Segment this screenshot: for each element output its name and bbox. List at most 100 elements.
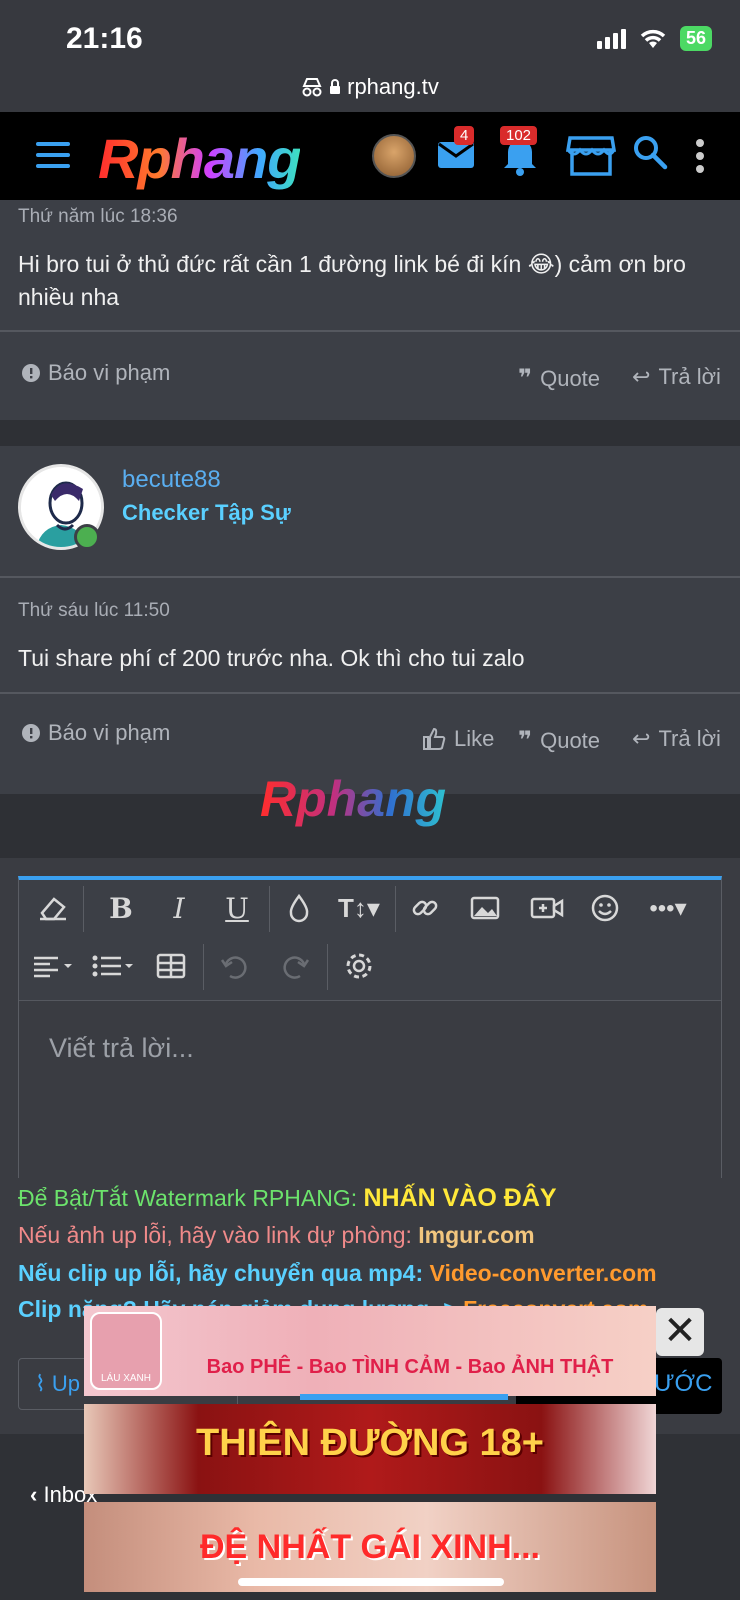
reply-button[interactable]: ↩ Trả lời: [632, 726, 721, 752]
divider: [0, 330, 740, 332]
address-bar[interactable]: rphang.tv: [0, 74, 740, 100]
more-vertical-icon[interactable]: [694, 138, 706, 179]
clip-convert-label: Nếu clip up lỗi, hãy chuyển qua mp4:: [18, 1260, 430, 1286]
toolbar-separator: [83, 886, 84, 932]
user-avatar[interactable]: [372, 134, 416, 178]
store-icon[interactable]: [565, 134, 617, 181]
site-navbar: Rphang 4 102: [0, 112, 740, 200]
like-label: Like: [454, 726, 495, 751]
clear-format-icon[interactable]: [33, 890, 73, 926]
image-backup-line: Nếu ảnh up lỗi, hãy vào link dự phòng: I…: [18, 1222, 535, 1249]
list-icon[interactable]: [89, 948, 139, 984]
online-status-icon: [74, 524, 100, 550]
poster-username[interactable]: becute88: [122, 466, 221, 494]
chevron-left-icon: ‹: [30, 1482, 38, 1507]
text-color-icon[interactable]: [281, 890, 317, 926]
url-text: rphang.tv: [347, 74, 439, 99]
alert-icon: [22, 364, 40, 382]
align-icon[interactable]: [29, 948, 79, 984]
post-body: Hi bro tui ở thủ đức rất cần 1 đường lin…: [18, 251, 686, 310]
watermark-toggle-label: Để Bật/Tắt Watermark RPHANG:: [18, 1185, 364, 1211]
divider: [0, 692, 740, 694]
reply-placeholder: Viết trả lời...: [49, 1033, 194, 1063]
post-body: Tui share phí cf 200 trước nha. Ok thì c…: [18, 645, 525, 671]
watermark-logo: Rphang: [260, 771, 447, 827]
battery-indicator: 56: [679, 26, 712, 51]
upload-label: Up: [51, 1371, 80, 1396]
report-label: Báo vi phạm: [48, 360, 171, 385]
report-label: Báo vi phạm: [48, 720, 171, 745]
quote-button[interactable]: ❞ Quote: [518, 364, 600, 393]
banner-ad-2[interactable]: THIÊN ĐƯỜNG 18+: [84, 1404, 656, 1494]
ad-3-text: ĐỆ NHẤT GÁI XINH...: [199, 1528, 541, 1566]
signal-icon: [596, 28, 626, 49]
messages-icon[interactable]: 4: [436, 126, 476, 179]
paperclip-icon: ⌇: [35, 1371, 46, 1396]
status-time: 21:16: [66, 22, 143, 55]
table-icon[interactable]: [153, 948, 189, 984]
editor-toolbar-row-2: [19, 938, 721, 996]
post-becute88: becute88 Checker Tập Sự Thứ sáu lúc 11:5…: [0, 446, 740, 794]
report-button[interactable]: Báo vi phạm: [22, 360, 170, 386]
watermark-toggle-line: Để Bật/Tắt Watermark RPHANG: NHẤN VÀO ĐÂ…: [18, 1184, 557, 1213]
toolbar-separator: [203, 944, 204, 990]
post-separator: [0, 420, 740, 446]
alert-icon: [22, 724, 40, 742]
quote-label: Quote: [540, 727, 601, 753]
lock-icon: [330, 79, 341, 94]
toolbar-separator: [269, 886, 270, 932]
bold-icon[interactable]: B: [101, 890, 141, 926]
submit-label: ƯỚC: [654, 1370, 713, 1397]
toolbar-separator: [395, 886, 396, 932]
banner-ad-1[interactable]: LÁU XANH Bao PHÊ - Bao TÌNH CẢM - Bao ẢN…: [84, 1306, 656, 1396]
video-icon[interactable]: [527, 890, 567, 926]
settings-gear-icon[interactable]: [341, 948, 377, 984]
reply-icon: ↩: [632, 364, 651, 389]
image-icon[interactable]: [467, 890, 503, 926]
reply-label: Trả lời: [658, 726, 721, 751]
report-button[interactable]: Báo vi phạm: [22, 720, 170, 746]
emoji-icon[interactable]: [587, 890, 623, 926]
toolbar-separator: [327, 944, 328, 990]
redo-icon[interactable]: [277, 948, 313, 984]
messages-badge: 4: [454, 126, 475, 145]
wifi-icon: [640, 29, 666, 48]
image-backup-label: Nếu ảnh up lỗi, hãy vào link dự phòng:: [18, 1222, 419, 1248]
notifications-badge: 102: [500, 126, 538, 145]
video-converter-link[interactable]: Video-converter.com: [430, 1260, 657, 1286]
home-indicator: [238, 1578, 504, 1586]
like-button[interactable]: Like: [422, 726, 494, 752]
poster-title: Checker Tập Sự: [122, 500, 291, 525]
italic-icon[interactable]: I: [159, 890, 199, 926]
clip-convert-line: Nếu clip up lỗi, hãy chuyển qua mp4: Vid…: [18, 1260, 657, 1287]
menu-icon[interactable]: [36, 142, 70, 175]
more-options-icon[interactable]: •••▾: [643, 890, 693, 926]
editor-toolbar-row-1: B I U T↕▾ •••▾: [19, 880, 721, 938]
divider: [0, 576, 740, 578]
quote-label: Quote: [540, 365, 601, 391]
reply-editor: B I U T↕▾ •••▾ Viết trả lời...: [18, 876, 722, 1178]
notifications-icon[interactable]: 102: [500, 126, 540, 181]
post-timestamp: Thứ sáu lúc 11:50: [18, 600, 170, 621]
quote-icon: ❞: [518, 727, 533, 754]
quote-button[interactable]: ❞ Quote: [518, 726, 600, 755]
post-previous: Thứ năm lúc 18:36 Hi bro tui ở thủ đức r…: [0, 200, 740, 420]
thumbs-up-icon: [423, 727, 446, 750]
reply-textarea[interactable]: Viết trả lời...: [19, 1000, 721, 1178]
ad-2-text: THIÊN ĐƯỜNG 18+: [196, 1422, 544, 1464]
link-icon[interactable]: [407, 890, 443, 926]
search-icon[interactable]: [632, 134, 668, 175]
post-timestamp: Thứ năm lúc 18:36: [18, 206, 178, 227]
status-icons: 56: [596, 26, 712, 51]
close-ad-button[interactable]: ✕: [656, 1308, 704, 1356]
undo-icon[interactable]: [217, 948, 253, 984]
watermark-toggle-link[interactable]: NHẤN VÀO ĐÂY: [364, 1184, 557, 1212]
font-size-icon[interactable]: T↕▾: [333, 890, 385, 926]
underline-icon[interactable]: U: [217, 890, 257, 926]
imgur-link[interactable]: Imgur.com: [418, 1222, 534, 1248]
site-logo[interactable]: Rphang: [98, 126, 301, 191]
ad-1-text: Bao PHÊ - Bao TÌNH CẢM - Bao ẢNH THẬT: [206, 1356, 614, 1378]
reply-icon: ↩: [632, 726, 651, 751]
quote-icon: ❞: [518, 365, 533, 392]
reply-button[interactable]: ↩ Trả lời: [632, 364, 721, 390]
